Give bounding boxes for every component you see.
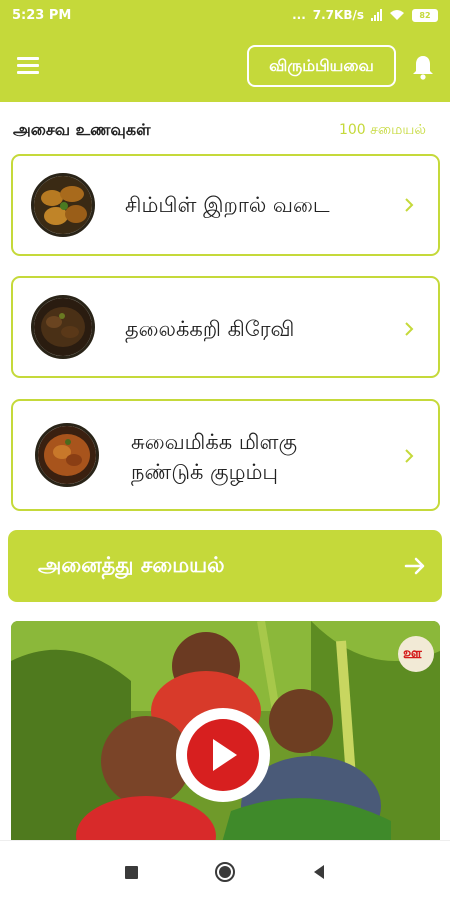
recipe-name: தலைக்கறி கிரேவி: [125, 317, 295, 341]
status-time: 5:23 PM: [12, 7, 72, 23]
bell-icon[interactable]: [411, 54, 435, 80]
recipe-count: 100 சமையல்: [338, 121, 426, 138]
favorites-label: விரும்பியவை: [269, 55, 374, 75]
chevron-right-icon: [405, 322, 414, 336]
network-speed: 7.7KB/s: [312, 8, 364, 22]
play-button[interactable]: [176, 708, 270, 802]
wifi-icon: [390, 10, 404, 20]
status-bar: 5:23 PM ... 7.7KB/s 82: [0, 0, 450, 30]
recipe-thumbnail: [35, 423, 99, 487]
recipe-thumbnail: [31, 173, 95, 237]
system-nav-bar: [0, 840, 450, 900]
channel-badge: ஊ: [403, 644, 422, 662]
recents-button[interactable]: [118, 859, 144, 885]
all-recipes-button[interactable]: அனைத்து சமையல்: [8, 530, 442, 602]
recipe-name: சிம்பிள் இறால் வடை: [125, 193, 330, 217]
chevron-right-icon: [405, 449, 414, 463]
square-icon: [124, 865, 138, 879]
section-title: அசைவ உணவுகள்: [13, 120, 151, 139]
recipe-name: சுவைமிக்க மிளகு நண்டுக் குழம்பு: [131, 427, 378, 487]
home-button[interactable]: [212, 859, 238, 885]
signal-icon: [371, 9, 382, 21]
recipe-card-head-curry-gravy[interactable]: தலைக்கறி கிரேவி: [11, 276, 440, 378]
play-circle-icon: [187, 719, 259, 791]
status-dots: ...: [292, 8, 306, 22]
recipe-card-prawn-vadai[interactable]: சிம்பிள் இறால் வடை: [11, 154, 440, 256]
battery-level: 82: [419, 10, 431, 20]
recipe-name-line-2: நண்டுக் குழம்பு: [131, 460, 279, 484]
battery-icon: 82: [412, 8, 438, 22]
arrow-right-icon: [404, 557, 425, 575]
chevron-right-icon: [405, 198, 414, 212]
favorites-button[interactable]: விரும்பியவை: [247, 45, 396, 87]
all-recipes-label: அனைத்து சமையல்: [38, 552, 225, 577]
section-header: அசைவ உணவுகள் 100 சமையல்: [13, 120, 426, 141]
app-bar: விரும்பியவை: [0, 30, 450, 102]
recipe-thumbnail: [31, 295, 95, 359]
play-icon: [213, 739, 237, 771]
back-triangle-icon: [314, 865, 324, 879]
hamburger-menu-icon[interactable]: [17, 57, 39, 75]
home-circle-icon: [215, 862, 235, 882]
back-button[interactable]: [306, 859, 332, 885]
status-icons: ... 7.7KB/s 82: [292, 8, 438, 22]
recipe-name-line-1: சுவைமிக்க மிளகு: [131, 430, 298, 454]
video-thumbnail[interactable]: ஊ: [11, 621, 440, 846]
recipe-card-pepper-crab-curry[interactable]: சுவைமிக்க மிளகு நண்டுக் குழம்பு: [11, 399, 440, 511]
